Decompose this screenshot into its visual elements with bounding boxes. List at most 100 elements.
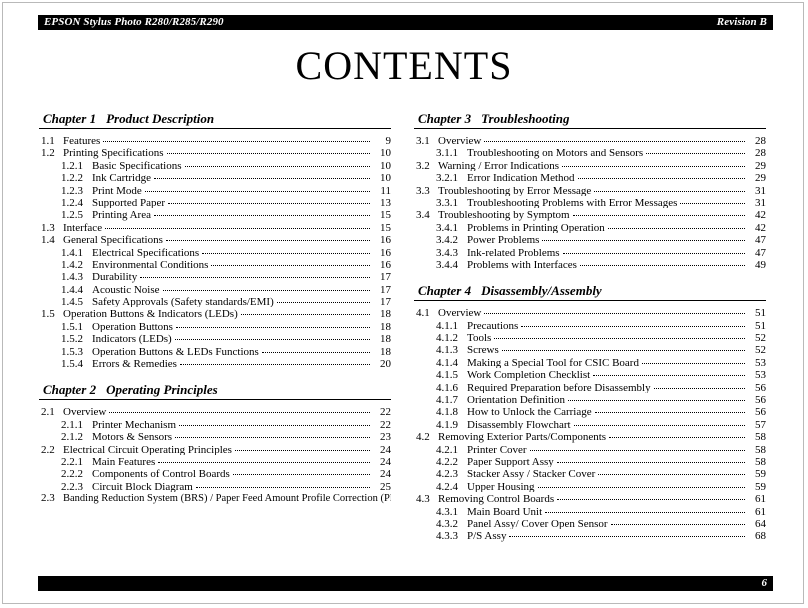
toc-entry[interactable]: 3.4.1 Problems in Printing Operation 42 xyxy=(414,221,766,233)
toc-entry[interactable]: 4.1.8 How to Unlock the Carriage 56 xyxy=(414,405,766,417)
toc-entry-label: Interface xyxy=(63,221,103,234)
toc-entry[interactable]: 3.1 Overview 28 xyxy=(414,134,766,146)
chapter-heading[interactable]: Chapter 3 Troubleshooting xyxy=(414,111,766,127)
toc-entry-page: 16 xyxy=(380,234,391,246)
toc-entry[interactable]: 1.5 Operation Buttons & Indicators (LEDs)… xyxy=(39,307,391,319)
toc-entry[interactable]: 3.3 Troubleshooting by Error Message 31 xyxy=(414,184,766,196)
toc-entry[interactable]: 1.2.5 Printing Area 15 xyxy=(39,208,391,220)
toc-entry[interactable]: 4.1.3 Screws 52 xyxy=(414,343,766,355)
chapter-heading[interactable]: Chapter 2 Operating Principles xyxy=(39,382,391,398)
toc-entry[interactable]: 1.5.1 Operation Buttons 18 xyxy=(39,320,391,332)
toc-entry-label: Acoustic Noise xyxy=(92,283,160,296)
toc-entry[interactable]: 4.3.3 P/S Assy 68 xyxy=(414,529,766,541)
toc-entry[interactable]: 1.4.4 Acoustic Noise 17 xyxy=(39,283,391,295)
toc-entry[interactable]: 3.2.1 Error Indication Method 29 xyxy=(414,171,766,183)
toc-entry[interactable]: 1.4.5 Safety Approvals (Safety standards/… xyxy=(39,295,391,307)
toc-entry[interactable]: 1.3 Interface 15 xyxy=(39,221,391,233)
toc-entry-page: 18 xyxy=(380,320,391,333)
toc-entry[interactable]: 1.1 Features 9 xyxy=(39,134,391,146)
toc-entry[interactable]: 2.1 Overview 22 xyxy=(39,405,391,417)
toc-entry[interactable]: 4.1.1 Precautions 51 xyxy=(414,319,766,331)
chapter-heading[interactable]: Chapter 1 Product Description xyxy=(39,111,391,127)
toc-entry[interactable]: 4.1 Overview 51 xyxy=(414,306,766,318)
toc-entry-label: Supported Paper xyxy=(92,196,166,209)
toc-entry[interactable]: 4.1.6 Required Preparation before Disasse… xyxy=(414,381,766,393)
toc-entry[interactable]: 4.1.5 Work Completion Checklist 53 xyxy=(414,368,766,380)
toc-entry[interactable]: 1.2.1 Basic Specifications 10 xyxy=(39,159,391,171)
toc-entry-label: Operation Buttons & LEDs Functions xyxy=(92,345,259,358)
toc-entry-label: Main Board Unit xyxy=(467,505,543,517)
toc-entry[interactable]: 1.5.3 Operation Buttons & LEDs Functions 1… xyxy=(39,345,391,357)
toc-entry-number: 1.4.2 xyxy=(61,258,83,271)
toc-dot-leader xyxy=(594,405,745,415)
toc-dot-leader xyxy=(166,146,370,156)
toc-entry[interactable]: 4.2.1 Printer Cover 58 xyxy=(414,443,766,455)
toc-entry-number: 4.1 xyxy=(416,307,430,319)
toc-entry-label: Panel Assy/ Cover Open Sensor xyxy=(467,517,608,530)
toc-entry-number: 3.4.3 xyxy=(436,246,458,258)
toc-entry-page: 58 xyxy=(755,455,766,468)
toc-entry-label: Indicators (LEDs) xyxy=(92,333,172,345)
chapter-block: Chapter 2 Operating Principles 2.1 Overview… xyxy=(39,382,391,504)
toc-dot-leader xyxy=(179,357,370,367)
toc-entry-page: 28 xyxy=(755,135,766,147)
toc-entry-page: 24 xyxy=(380,443,391,455)
toc-entry[interactable]: 1.4.2 Environmental Conditions 16 xyxy=(39,258,391,270)
toc-dot-leader xyxy=(509,529,745,539)
chapter-name: Operating Principles xyxy=(106,382,218,398)
toc-entry-page: 56 xyxy=(755,394,766,406)
toc-entry[interactable]: 2.2.2 Components of Control Boards 24 xyxy=(39,467,391,479)
toc-entry[interactable]: 4.2.3 Stacker Assy / Stacker Cover 59 xyxy=(414,467,766,479)
toc-dot-leader xyxy=(211,258,370,268)
chapter-rule xyxy=(414,300,766,302)
toc-dot-leader xyxy=(165,233,370,243)
toc-entry[interactable]: 1.2.2 Ink Cartridge 10 xyxy=(39,171,391,183)
document-page: EPSON Stylus Photo R280/R285/R290 Revisi… xyxy=(2,2,804,604)
toc-entry[interactable]: 1.5.4 Errors & Remedies 20 xyxy=(39,357,391,369)
toc-entry-label: Problems with Interfaces xyxy=(467,258,577,271)
toc-entry[interactable]: 4.3.2 Panel Assy/ Cover Open Sensor 64 xyxy=(414,517,766,529)
toc-entry[interactable]: 4.1.7 Orientation Definition 56 xyxy=(414,393,766,405)
toc-entry-page: 17 xyxy=(380,296,391,308)
toc-entry[interactable]: 4.2.4 Upper Housing 59 xyxy=(414,480,766,492)
toc-entry[interactable]: 2.2.3 Circuit Block Diagram 25 xyxy=(39,480,391,492)
toc-entry[interactable]: 1.4 General Specifications 16 xyxy=(39,233,391,245)
toc-entry[interactable]: 3.2 Warning / Error Indications 29 xyxy=(414,159,766,171)
toc-entry[interactable]: 1.4.3 Durability 17 xyxy=(39,270,391,282)
toc-entry[interactable]: 3.4.3 Ink-related Problems 47 xyxy=(414,246,766,258)
toc-entry-number: 4.2 xyxy=(416,431,430,443)
toc-dot-leader xyxy=(501,343,745,353)
toc-entry-number: 1.3 xyxy=(41,221,55,234)
chapter-heading[interactable]: Chapter 4 Disassembly/Assembly xyxy=(414,283,766,299)
toc-entry[interactable]: 1.2.3 Print Mode 11 xyxy=(39,184,391,196)
toc-entry[interactable]: 3.4.2 Power Problems 47 xyxy=(414,233,766,245)
toc-dot-leader xyxy=(542,233,745,243)
toc-entry[interactable]: 3.1.1 Troubleshooting on Motors and Senso… xyxy=(414,146,766,158)
toc-entry[interactable]: 4.2 Removing Exterior Parts/Components 58 xyxy=(414,430,766,442)
toc-entry[interactable]: 2.3 Banding Reduction System (BRS) / Pape… xyxy=(39,492,391,504)
toc-entry[interactable]: 1.2.4 Supported Paper 13 xyxy=(39,196,391,208)
toc-entry[interactable]: 3.4 Troubleshooting by Symptom 42 xyxy=(414,208,766,220)
toc-entry[interactable]: 4.3.1 Main Board Unit 61 xyxy=(414,505,766,517)
toc-entry[interactable]: 2.2 Electrical Circuit Operating Principl… xyxy=(39,443,391,455)
toc-entry[interactable]: 1.5.2 Indicators (LEDs) 18 xyxy=(39,332,391,344)
toc-entry[interactable]: 3.3.1 Troubleshooting Problems with Error… xyxy=(414,196,766,208)
toc-entry-list: 3.1 Overview 28 3.1.1 Troubleshooting on Mot… xyxy=(414,134,766,270)
toc-entry[interactable]: 1.4.1 Electrical Specifications 16 xyxy=(39,246,391,258)
toc-entry-label: Troubleshooting by Symptom xyxy=(438,209,570,221)
toc-entry[interactable]: 2.1.1 Printer Mechanism 22 xyxy=(39,418,391,430)
chapter-rule xyxy=(39,399,391,401)
toc-entry[interactable]: 4.1.2 Tools 52 xyxy=(414,331,766,343)
toc-entry[interactable]: 4.3 Removing Control Boards 61 xyxy=(414,492,766,504)
toc-entry[interactable]: 1.2 Printing Specifications 10 xyxy=(39,146,391,158)
toc-entry-page: 56 xyxy=(755,381,766,394)
toc-entry[interactable]: 2.1.2 Motors & Sensors 23 xyxy=(39,430,391,442)
toc-entry-label: Required Preparation before Disassembly xyxy=(467,381,651,394)
toc-entry[interactable]: 4.2.2 Paper Support Assy 58 xyxy=(414,455,766,467)
toc-entry[interactable]: 4.1.4 Making a Special Tool for CSIC Boar… xyxy=(414,356,766,368)
toc-entry-label: Operation Buttons xyxy=(92,320,173,333)
toc-entry[interactable]: 4.1.9 Disassembly Flowchart 57 xyxy=(414,418,766,430)
toc-entry[interactable]: 3.4.4 Problems with Interfaces 49 xyxy=(414,258,766,270)
toc-entry[interactable]: 2.2.1 Main Features 24 xyxy=(39,455,391,467)
toc-entry-label: Ink Cartridge xyxy=(92,172,151,184)
